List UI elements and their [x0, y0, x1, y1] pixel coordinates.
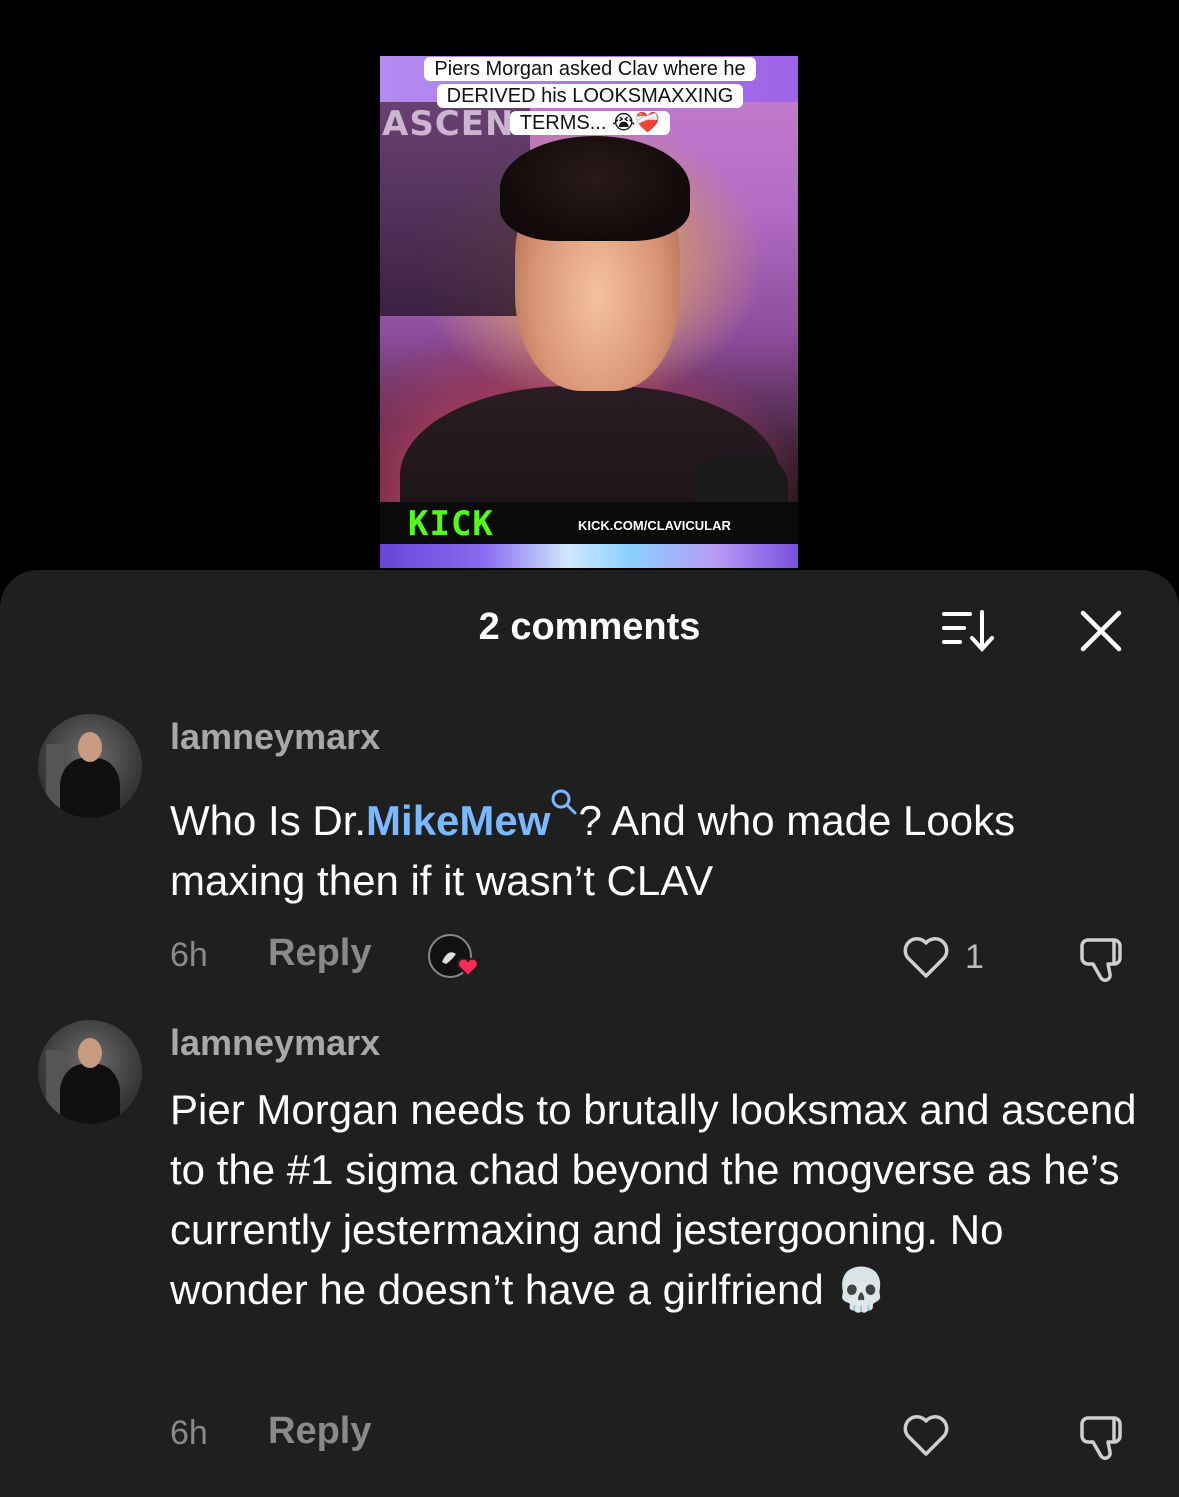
comment-username[interactable]: lamneymarx — [170, 716, 380, 758]
comment-meta: 6h Reply — [170, 1410, 1140, 1460]
comment-text: Who Is Dr.MikeMew? And who made Looks ma… — [170, 776, 1140, 911]
comment-username[interactable]: lamneymarx — [170, 1022, 380, 1064]
like-count: 1 — [965, 938, 984, 976]
avatar[interactable] — [38, 714, 142, 818]
comments-title: 2 comments — [478, 606, 701, 648]
dislike-icon[interactable] — [1078, 1410, 1134, 1466]
comment-time: 6h — [170, 936, 208, 974]
avatar[interactable] — [38, 1020, 142, 1124]
reply-button[interactable]: Reply — [268, 1410, 371, 1453]
video-player[interactable]: ASCEN Piers Morgan asked Clav where he D… — [380, 56, 798, 568]
search-icon[interactable] — [550, 772, 578, 815]
video-person-hair — [500, 136, 690, 241]
close-icon[interactable] — [1078, 608, 1124, 654]
heart-icon[interactable] — [900, 1410, 952, 1460]
dislike-icon[interactable] — [1078, 932, 1134, 988]
reply-button[interactable]: Reply — [268, 932, 371, 975]
kick-logo: KICK — [408, 504, 494, 544]
mention-link[interactable]: MikeMew — [366, 797, 550, 844]
kick-bar: KICK KICK.COM/CLAVICULAR — [380, 502, 798, 544]
video-caption: Piers Morgan asked Clav where he DERIVED… — [412, 56, 768, 137]
video-glow-bar — [380, 544, 798, 568]
creator-liked-badge — [428, 932, 486, 982]
comments-sheet: 2 comments lamneymarx Who Is Dr.MikeMew … — [0, 570, 1179, 1497]
comment-text: Pier Morgan needs to brutally looksmax a… — [170, 1086, 1137, 1313]
sort-icon[interactable] — [940, 608, 998, 654]
kick-url: KICK.COM/CLAVICULAR — [578, 518, 731, 533]
comment-time: 6h — [170, 1414, 208, 1452]
comment-meta: 6h Reply 1 — [170, 932, 1140, 982]
heart-icon[interactable] — [900, 932, 952, 982]
comments-header: 2 comments — [0, 570, 1179, 690]
